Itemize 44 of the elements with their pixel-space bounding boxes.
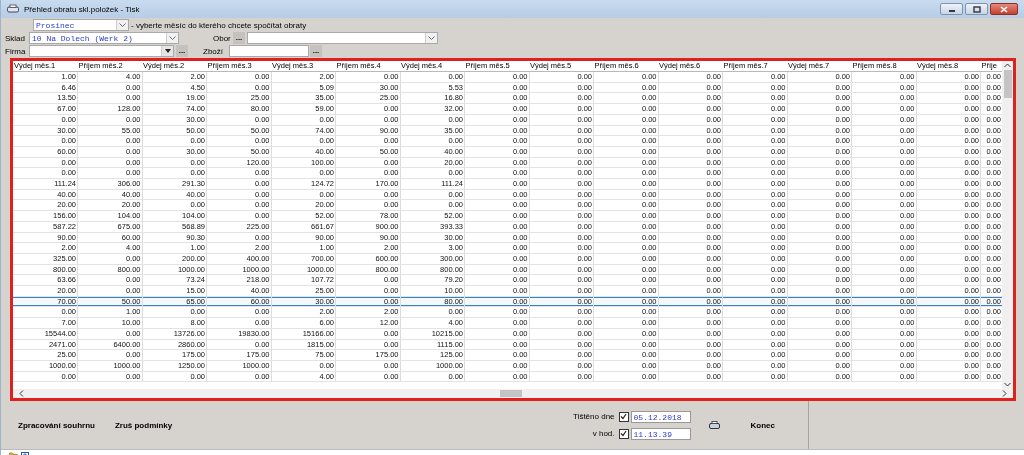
- printer-icon: [7, 4, 19, 14]
- browse-button[interactable]: ...: [310, 45, 322, 57]
- chevron-down-icon: [169, 36, 176, 40]
- company-label: Firma: [4, 46, 27, 56]
- month-dropdown[interactable]: Prosinec: [33, 19, 129, 31]
- chevron-left-icon[interactable]: [19, 390, 24, 397]
- check-icon: [620, 430, 628, 437]
- scroll-thumb[interactable]: [1003, 70, 1012, 98]
- date-field[interactable]: 05.12.2018: [630, 410, 691, 423]
- goods-field[interactable]: [229, 45, 309, 57]
- chevron-up-icon[interactable]: [1004, 63, 1011, 68]
- browse-button[interactable]: ...: [233, 32, 245, 44]
- goods-label: Zboží: [202, 46, 224, 56]
- caret-icon: [164, 49, 171, 53]
- check-icon: [620, 413, 628, 420]
- chevron-down-icon: [428, 36, 435, 40]
- maximize-icon: [972, 5, 981, 13]
- printer-icon[interactable]: [708, 420, 720, 430]
- exit-button[interactable]: Konec: [747, 418, 778, 432]
- maximize-button[interactable]: [965, 3, 988, 15]
- minimize-button[interactable]: [940, 3, 963, 15]
- warehouse-dropdown[interactable]: 10 Na Dolech (Werk 2): [29, 32, 179, 44]
- vertical-scrollbar[interactable]: [1002, 61, 1013, 389]
- checkbox[interactable]: [618, 411, 629, 422]
- chevron-down-icon: [119, 23, 126, 27]
- field-dropdown[interactable]: [247, 32, 438, 44]
- printed-date-label: Tištěno dne: [572, 412, 616, 421]
- summary-button[interactable]: Zpracování souhrnu: [15, 418, 98, 432]
- horizontal-scrollbar[interactable]: [13, 389, 1013, 398]
- close-button[interactable]: [990, 3, 1018, 15]
- scroll-thumb[interactable]: [500, 390, 522, 397]
- time-field[interactable]: 11.13.39: [630, 427, 691, 440]
- chevron-right-icon[interactable]: [1002, 390, 1007, 397]
- field-label: Obor: [212, 33, 232, 43]
- month-hint: - vyberte měsíc do kterého chcete spočítat obraty: [130, 20, 308, 30]
- company-field[interactable]: [29, 45, 174, 57]
- printed-time-label: v hod.: [591, 429, 616, 438]
- clear-conditions-button[interactable]: Zruš podmínky: [111, 418, 176, 432]
- browse-button[interactable]: ...: [176, 45, 188, 57]
- window-title: Přehled obratu skl.položek - Tisk: [24, 4, 140, 14]
- checkbox[interactable]: [618, 428, 629, 439]
- close-icon: [1000, 5, 1008, 13]
- warehouse-label: Sklad: [4, 33, 26, 43]
- chevron-down-icon[interactable]: [1004, 382, 1011, 387]
